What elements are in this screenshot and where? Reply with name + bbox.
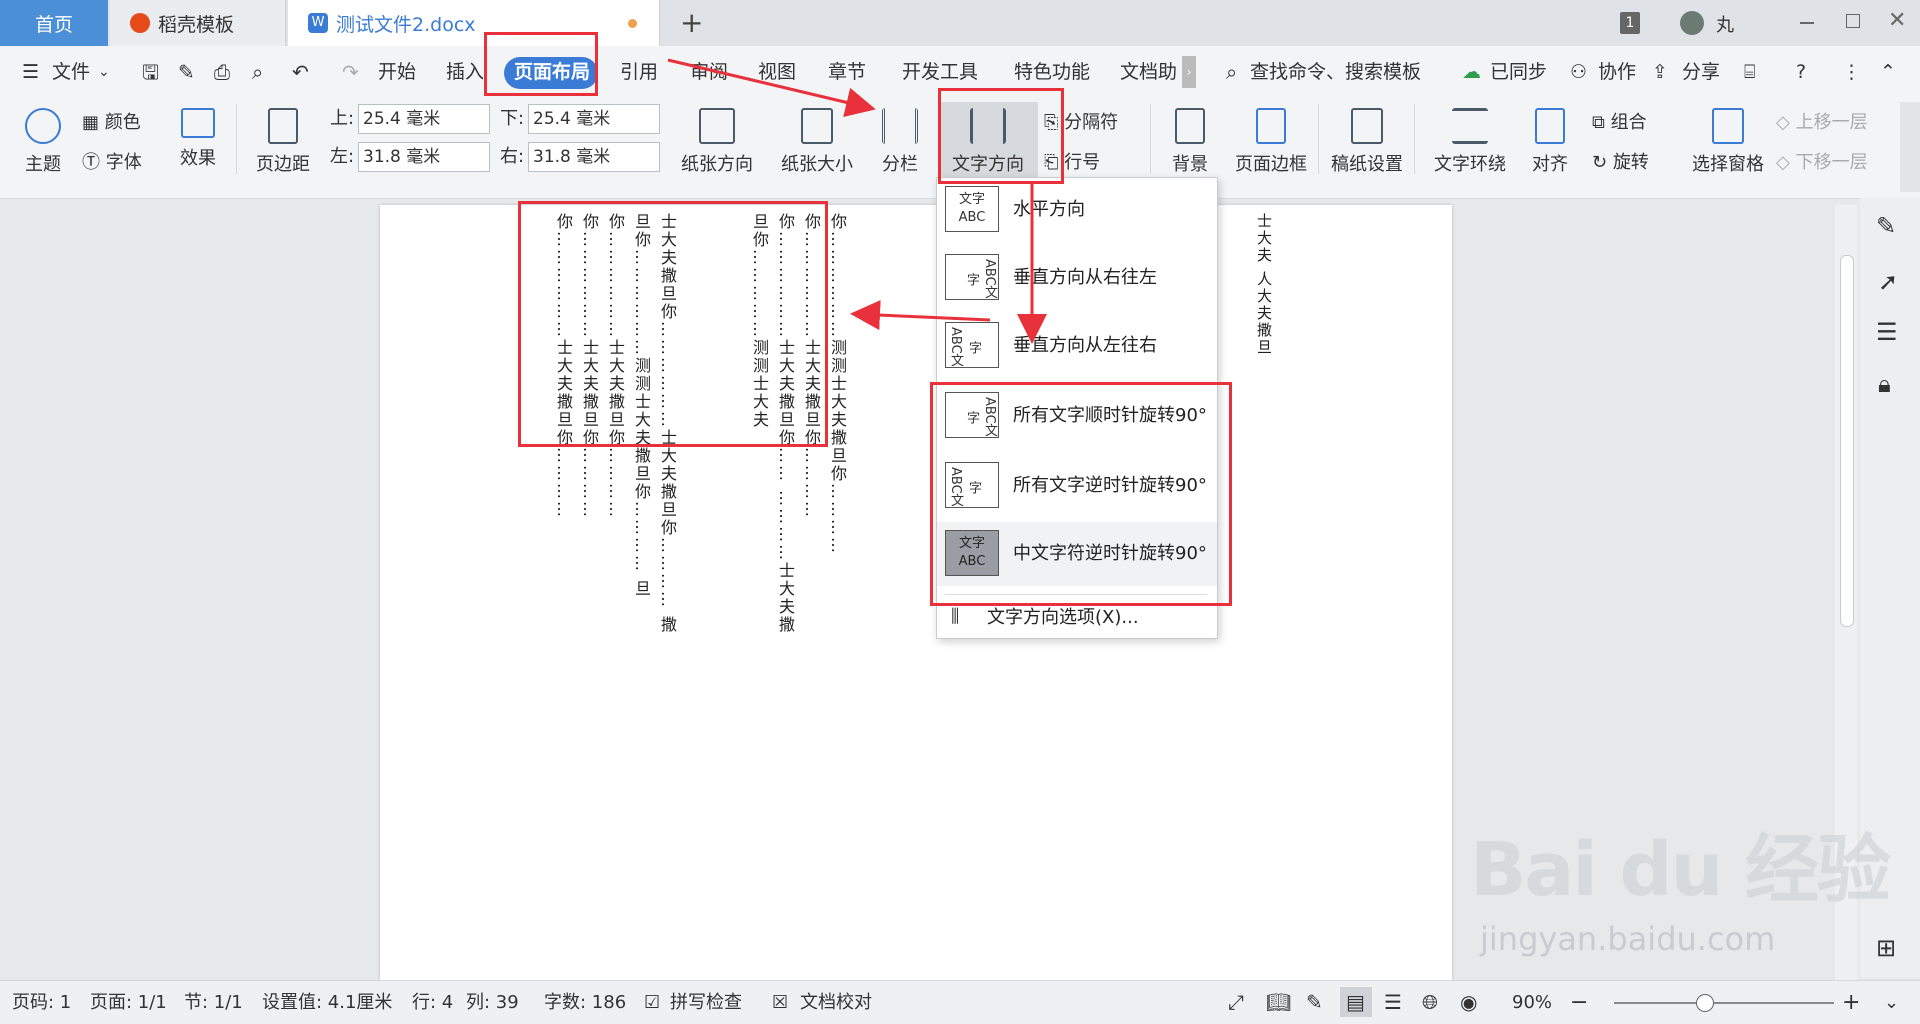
zoom-slider-thumb[interactable] [1696,994,1714,1012]
status-bar: 页码: 1 页面: 1/1 节: 1/1 设置值: 4.1厘米 行: 4 列: … [0,980,1920,1024]
eye-protect-icon[interactable]: ◉ [1460,981,1477,1024]
page-view-icon[interactable]: ▤ [1346,981,1365,1024]
zoom-in-icon[interactable]: + [1842,981,1860,1024]
status-row[interactable]: 行: 4 [412,981,453,1024]
spell-check-button[interactable]: 拼写检查 [670,981,742,1024]
arrow-to-columns [667,58,876,118]
status-words[interactable]: 字数: 186 [544,981,626,1024]
status-page[interactable]: 页码: 1 [12,981,71,1024]
zoom-slider[interactable] [1614,1002,1834,1004]
status-pages[interactable]: 页面: 1/1 [90,981,167,1024]
status-col[interactable]: 列: 39 [466,981,519,1024]
baidu-watermark-url: jingyan.baidu.com [1480,920,1776,958]
proofread-icon: ☒ [772,992,789,1013]
outline-view-icon[interactable]: ☰ [1384,981,1402,1024]
fullscreen-icon[interactable]: ⤢ [1228,981,1244,1024]
arrow-to-text [850,300,991,331]
zoom-level[interactable]: 90% [1512,981,1552,1024]
status-setting[interactable]: 设置值: 4.1厘米 [262,981,392,1024]
read-mode-icon[interactable]: 📖︎ [1266,981,1291,1024]
proofread-button[interactable]: 文档校对 [800,981,872,1024]
expand-icon[interactable]: ⌄ [1884,981,1899,1024]
spell-check-icon: ☑ [644,992,661,1013]
baidu-watermark: Bai du 经验 [1470,827,1891,913]
status-section[interactable]: 节: 1/1 [184,981,243,1024]
zoom-out-icon[interactable]: − [1570,981,1588,1024]
edit-mode-icon[interactable]: ✎ [1306,981,1323,1024]
web-view-icon[interactable]: 🌐︎ [1422,981,1438,1024]
